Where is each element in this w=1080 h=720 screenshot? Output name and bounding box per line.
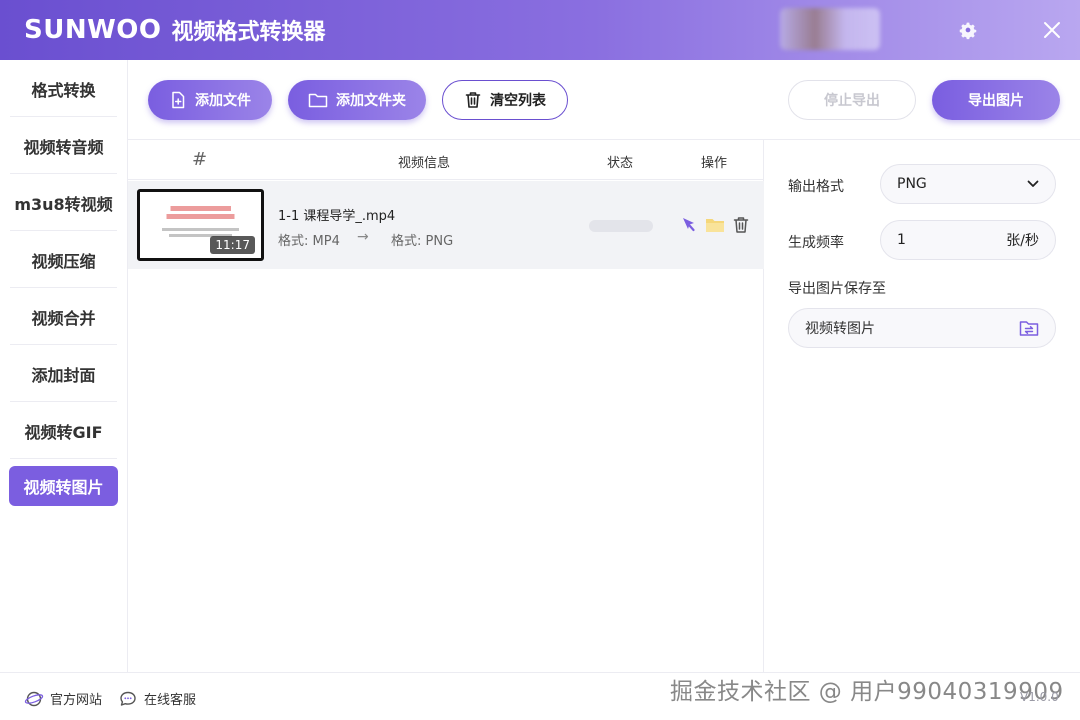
header-video-info: 视频信息 (398, 156, 451, 171)
official-website-link[interactable]: 官方网站 (24, 689, 102, 708)
export-images-button[interactable]: 导出图片 (932, 80, 1060, 120)
chat-icon (120, 691, 136, 706)
sidebar-item-m3u8-to-video[interactable]: m3u8转视频 (0, 174, 127, 231)
header-index: # (192, 149, 208, 170)
add-file-button[interactable]: 添加文件 (148, 80, 272, 120)
sidebar-item-format-convert[interactable]: 格式转换 (0, 60, 127, 117)
version-label: V1.0.0 (1020, 690, 1059, 704)
add-file-label: 添加文件 (195, 93, 251, 109)
table-row[interactable]: 11:17 1-1 课程导学_.mp4 格式: MP4 → 格式: PNG (128, 181, 764, 269)
save-to-label: 导出图片保存至 (788, 281, 886, 297)
output-format-value: PNG (897, 176, 927, 192)
add-folder-button[interactable]: 添加文件夹 (288, 80, 426, 120)
header-status: 状态 (607, 156, 634, 171)
sidebar: 格式转换 视频转音频 m3u8转视频 视频压缩 视频合并 添加封面 视频转GIF… (0, 60, 128, 672)
target-format: 格式: PNG (391, 234, 454, 249)
cursor-pointer-icon[interactable] (678, 214, 700, 236)
header-actions: 操作 (701, 156, 728, 171)
file-table: # 视频信息 状态 操作 11:17 1-1 课程导学_.mp4 格式: MP4… (128, 140, 764, 672)
official-website-label: 官方网站 (50, 693, 103, 708)
export-images-label: 导出图片 (968, 93, 1024, 109)
output-format-select[interactable]: PNG (880, 164, 1056, 204)
globe-icon (24, 691, 44, 706)
video-duration: 11:17 (210, 236, 255, 254)
clear-list-button[interactable]: 清空列表 (442, 80, 568, 120)
gear-icon[interactable] (952, 14, 984, 46)
sidebar-item-video-to-gif[interactable]: 视频转GIF (0, 402, 127, 459)
watermark-text: 掘金技术社区 @ 用户99040319909 (670, 679, 1064, 705)
folder-swap-icon[interactable] (1019, 319, 1039, 337)
stop-export-button[interactable]: 停止导出 (788, 80, 916, 120)
frequency-unit: 张/秒 (1006, 233, 1039, 249)
online-support-label: 在线客服 (144, 693, 197, 708)
sidebar-item-video-merge[interactable]: 视频合并 (0, 288, 127, 345)
settings-panel: 输出格式 PNG 生成频率 1 张/秒 导出图片保存至 视频转图片 (764, 140, 1080, 672)
table-header: # 视频信息 状态 操作 (128, 140, 763, 180)
stop-export-label: 停止导出 (824, 93, 880, 109)
title-bar: SUNWOO 视频格式转换器 (0, 0, 1080, 60)
avatar[interactable] (780, 8, 880, 50)
frequency-input[interactable]: 1 张/秒 (880, 220, 1056, 260)
clear-list-label: 清空列表 (490, 93, 546, 109)
delete-icon[interactable] (730, 214, 752, 236)
output-format-label: 输出格式 (788, 179, 844, 195)
folder-icon (308, 93, 328, 108)
app-title: 视频格式转换器 (171, 20, 326, 45)
sidebar-item-video-compress[interactable]: 视频压缩 (0, 231, 127, 288)
chevron-down-icon (1027, 180, 1039, 187)
file-name: 1-1 课程导学_.mp4 (278, 209, 396, 224)
save-path-field[interactable]: 视频转图片 (788, 308, 1056, 348)
trash-icon (465, 92, 481, 108)
sidebar-item-add-cover[interactable]: 添加封面 (0, 345, 127, 402)
video-thumbnail: 11:17 (137, 189, 264, 261)
toolbar: 添加文件 添加文件夹 清空列表 停止导出 导出图片 (128, 60, 1080, 140)
sidebar-item-video-to-audio[interactable]: 视频转音频 (0, 117, 127, 174)
frequency-value: 1 (897, 232, 906, 248)
save-path-value: 视频转图片 (805, 321, 875, 337)
frequency-label: 生成频率 (788, 235, 844, 251)
folder-open-icon[interactable] (704, 214, 726, 236)
brand-logo: SUNWOO (24, 15, 162, 45)
add-folder-label: 添加文件夹 (336, 93, 406, 109)
progress-bar (589, 220, 653, 232)
online-support-link[interactable]: 在线客服 (118, 689, 196, 708)
source-format: 格式: MP4 (278, 234, 340, 249)
file-add-icon (172, 91, 185, 109)
arrow-right-icon: → (357, 229, 369, 245)
sidebar-item-video-to-image[interactable]: 视频转图片 (9, 466, 118, 506)
close-icon[interactable] (1036, 14, 1068, 46)
